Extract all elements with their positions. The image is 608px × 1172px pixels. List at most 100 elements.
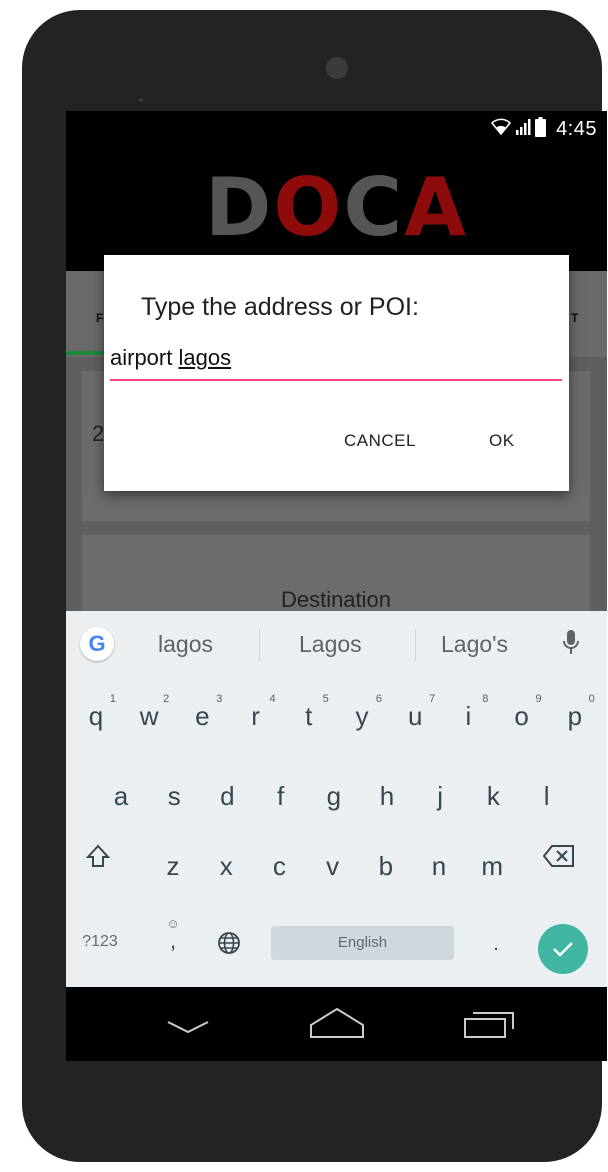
tab-label-fragment-left[interactable]: F <box>96 311 103 325</box>
recents-icon[interactable] <box>463 1009 515 1044</box>
key-hint: 2 <box>163 693 170 705</box>
address-input[interactable]: airport lagos <box>110 345 562 381</box>
suggestion-item[interactable]: lagos <box>158 631 213 658</box>
origin-card-text: 2 <box>92 421 105 446</box>
symbols-key[interactable]: ?123 <box>80 933 120 951</box>
home-icon[interactable] <box>309 1007 365 1044</box>
key[interactable]: n <box>419 851 459 882</box>
key-label: w <box>139 701 159 731</box>
suggestion-item[interactable]: Lago's <box>441 631 508 658</box>
front-camera <box>326 57 348 79</box>
key[interactable]: o9 <box>502 693 541 732</box>
key[interactable]: r4 <box>236 693 275 732</box>
key-label: l <box>543 781 550 811</box>
backspace-key[interactable] <box>539 843 579 876</box>
key-label: b <box>378 851 394 881</box>
wifi-icon <box>490 118 512 141</box>
suggestion-bar: G lagos Lagos Lago's <box>66 611 607 675</box>
key[interactable]: u7 <box>395 693 435 732</box>
speaker-dot <box>139 98 143 102</box>
back-chevron-icon[interactable] <box>166 1019 210 1040</box>
key[interactable]: q1 <box>76 693 116 732</box>
key-label: t <box>305 701 313 731</box>
key-label: k <box>486 781 500 811</box>
key[interactable]: h <box>367 781 407 812</box>
key-hint: 5 <box>322 693 329 705</box>
emoji-comma-key[interactable]: ☺ , <box>153 917 193 953</box>
status-time: 4:45 <box>556 118 597 140</box>
comma-label: , <box>169 928 177 953</box>
key[interactable]: b <box>366 851 406 882</box>
key[interactable]: v <box>313 851 353 882</box>
key-label: v <box>326 851 340 881</box>
key-label: r <box>251 701 260 731</box>
google-icon[interactable]: G <box>80 627 114 661</box>
key[interactable]: s <box>154 781 194 812</box>
key[interactable]: t5 <box>289 693 329 732</box>
key-label: p <box>567 701 583 731</box>
dialog-title: Type the address or POI: <box>141 293 419 321</box>
key[interactable]: g <box>314 781 354 812</box>
suggestion-divider <box>415 629 416 661</box>
key[interactable]: m <box>472 851 512 882</box>
key-label: n <box>431 851 447 881</box>
key-label: d <box>220 781 235 811</box>
key[interactable]: w2 <box>129 693 169 732</box>
key-hint: 1 <box>109 693 116 705</box>
key[interactable]: k <box>473 781 513 812</box>
key[interactable]: y6 <box>342 693 383 732</box>
logo-letter: O <box>273 161 344 254</box>
shift-key[interactable] <box>78 843 118 876</box>
signal-icon <box>515 118 531 141</box>
key[interactable]: l <box>527 781 567 812</box>
ok-button[interactable]: OK <box>489 431 515 451</box>
key-label: f <box>276 781 285 811</box>
key[interactable]: c <box>259 851 299 882</box>
key-label: q <box>88 701 104 731</box>
phone-frame: 4:45 DOCA F T 2 Destination Type the add… <box>22 10 607 1162</box>
globe-icon[interactable] <box>209 931 249 962</box>
status-icons: 4:45 <box>490 117 597 142</box>
key[interactable]: e3 <box>182 693 222 732</box>
key-hint: 0 <box>588 693 595 705</box>
tab-label-fragment-right[interactable]: T <box>571 311 578 325</box>
key-label: g <box>326 781 342 811</box>
key[interactable]: d <box>207 781 247 812</box>
key-hint: 8 <box>482 693 489 705</box>
key-label: z <box>166 851 180 881</box>
screen: 4:45 DOCA F T 2 Destination Type the add… <box>66 111 607 1061</box>
key-label: j <box>437 781 444 811</box>
input-text: airport <box>110 345 179 370</box>
key-label: o <box>514 701 529 731</box>
key-label: u <box>407 701 423 731</box>
key[interactable]: i8 <box>448 693 489 732</box>
address-dialog: Type the address or POI: airport lagos C… <box>104 255 569 491</box>
key-hint: 6 <box>375 693 382 705</box>
battery-icon <box>535 117 547 142</box>
key[interactable]: x <box>206 851 246 882</box>
suggestion-item[interactable]: Lagos <box>299 631 362 658</box>
key[interactable]: a <box>101 781 141 812</box>
key[interactable]: z <box>153 851 193 882</box>
status-bar: 4:45 <box>66 111 607 149</box>
key-label: c <box>272 851 286 881</box>
logo-letter: C <box>343 161 405 254</box>
key-hint: 7 <box>429 693 436 705</box>
soft-keyboard: G lagos Lagos Lago's q1w2e3r4t5y6u7i8o9p… <box>66 611 607 987</box>
key-label: x <box>219 851 233 881</box>
space-key[interactable]: English <box>271 926 454 960</box>
key[interactable]: f <box>261 781 301 812</box>
checkmark-icon <box>553 942 573 957</box>
key-label: y <box>355 701 369 731</box>
key[interactable]: p0 <box>555 693 595 732</box>
period-key[interactable]: . <box>476 933 516 956</box>
key[interactable]: j <box>420 781 460 812</box>
key-label: h <box>379 781 395 811</box>
enter-key[interactable] <box>538 924 588 974</box>
key-hint: 3 <box>216 693 223 705</box>
logo-letter: A <box>404 161 469 254</box>
destination-label: Destination <box>280 587 392 612</box>
key-label: e <box>195 701 210 731</box>
cancel-button[interactable]: CANCEL <box>344 431 416 451</box>
microphone-icon[interactable] <box>562 629 580 662</box>
